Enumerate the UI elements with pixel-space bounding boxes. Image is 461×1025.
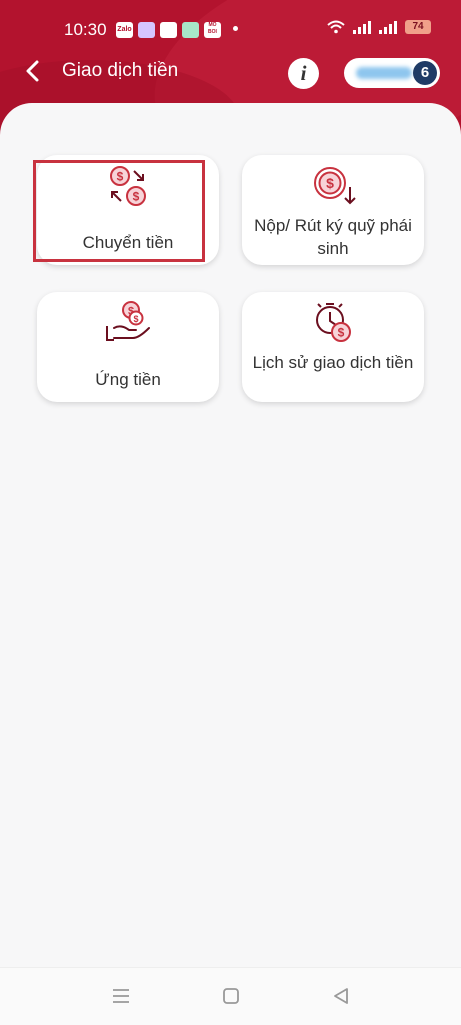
svg-text:$: $ [338,326,345,340]
transfer-money-label: Chuyển tiền [82,233,174,252]
svg-text:$: $ [117,170,124,184]
back-nav-icon[interactable] [329,984,353,1008]
home-nav-icon[interactable] [219,984,243,1008]
shopping-app-icon [160,22,177,38]
money-transfer-icon: $ $ [110,166,146,206]
cash-advance-label: Ứng tiền [95,370,161,389]
transaction-history-icon: $ [316,303,351,342]
transfer-money-card[interactable]: $ $ Chuyển tiền [37,155,219,265]
back-arrow-icon[interactable] [20,58,46,84]
signal-icon [379,20,397,34]
app-bar: Giao dịch tiền i 6 [0,48,461,96]
notification-dot-icon [233,26,238,31]
system-icons: 74 [327,20,431,34]
margin-deposit-withdraw-card[interactable]: $ Nộp/ Rút ký quỹ phái sinh [242,155,424,265]
wifi-icon [327,20,345,34]
transaction-history-card[interactable]: $ Lịch sử giao dịch tiền [242,292,424,402]
account-count-badge: 6 [413,61,437,85]
status-time: 10:30 [64,20,107,39]
system-navigation-bar [0,967,461,1025]
zalo-app-icon: Zalo [116,22,133,38]
messenger-app-icon [138,22,155,38]
page-title: Giao dịch tiền [62,60,179,81]
cash-advance-card[interactable]: $ $ Ứng tiền [37,292,219,402]
moboi-app-icon: MO BOI [204,22,221,38]
svg-text:$: $ [133,190,140,204]
signal-icon [353,20,371,34]
green-app-icon [182,22,199,38]
account-number-redacted [356,67,412,79]
notification-icons: Zalo MO BOI [116,22,221,38]
svg-text:$: $ [326,175,334,191]
transaction-history-label: Lịch sử giao dịch tiền [252,353,414,372]
info-button[interactable]: i [288,58,319,89]
svg-text:$: $ [133,314,138,324]
battery-icon: 74 [405,20,431,34]
deposit-withdraw-icon: $ [314,167,356,205]
menu-nav-icon[interactable] [109,984,133,1008]
account-selector-button[interactable]: 6 [344,58,440,88]
cash-advance-icon: $ $ [106,301,150,341]
margin-deposit-withdraw-label: Nộp/ Rút ký quỹ phái sinh [254,216,412,258]
